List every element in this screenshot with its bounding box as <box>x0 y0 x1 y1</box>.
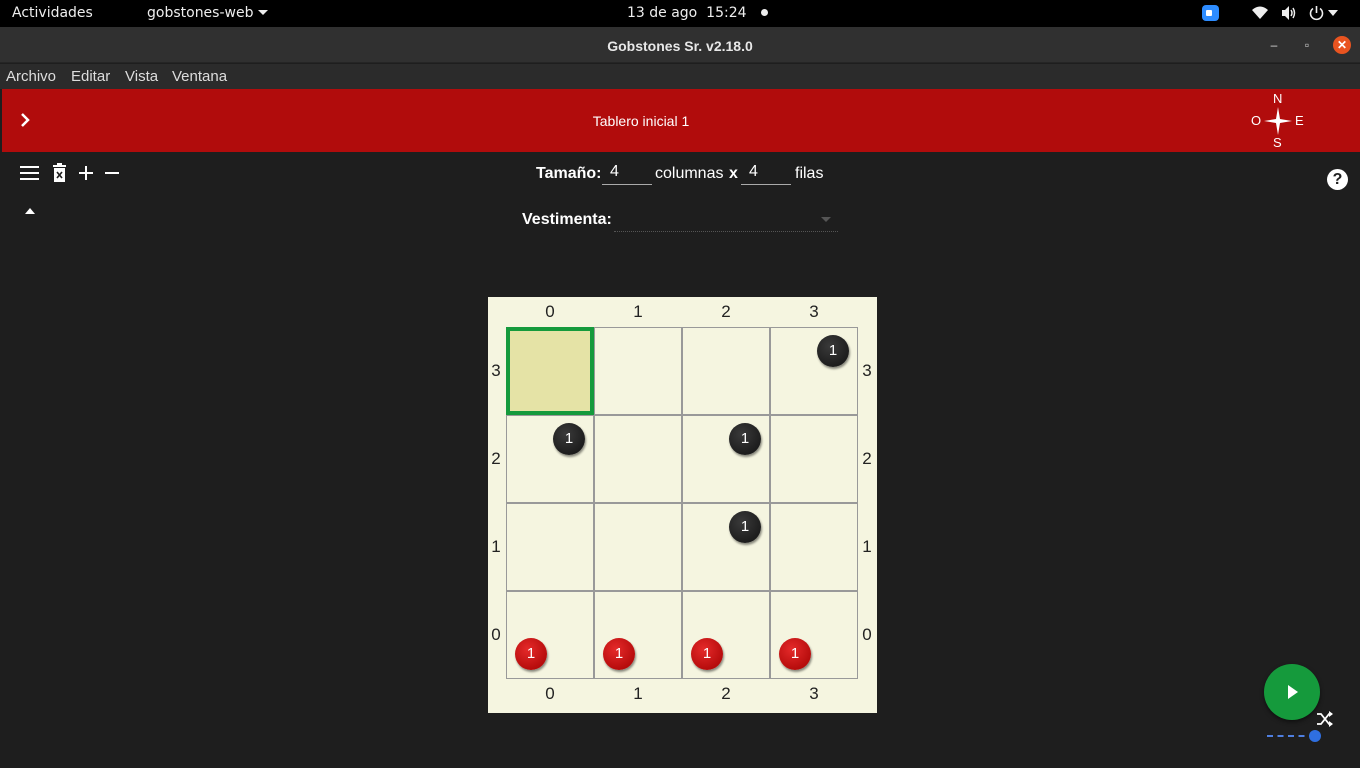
delete-board-icon[interactable] <box>52 163 68 183</box>
column-label-top: 2 <box>721 302 731 321</box>
stone-rojo[interactable]: 1 <box>603 638 635 670</box>
compass-s: S <box>1273 135 1282 150</box>
stone-negro[interactable]: 1 <box>729 423 761 455</box>
stone-negro[interactable]: 1 <box>729 511 761 543</box>
column-label-top: 3 <box>809 302 819 321</box>
help-button[interactable]: ? <box>1327 169 1348 190</box>
compass-n: N <box>1273 91 1283 106</box>
zoom-tray-icon[interactable] <box>1202 5 1219 21</box>
column-label-bottom: 3 <box>809 684 819 703</box>
board-cell[interactable] <box>594 327 682 415</box>
power-icon[interactable] <box>1309 5 1324 21</box>
size-x-label: x <box>729 165 738 182</box>
activities-button[interactable]: Actividades <box>12 5 93 21</box>
board-cell[interactable] <box>682 591 770 679</box>
board-cell[interactable] <box>506 591 594 679</box>
clock-date: 13 de ago <box>627 5 698 21</box>
row-label-left: 2 <box>491 449 501 468</box>
columns-label: columnas <box>655 165 724 182</box>
run-button[interactable] <box>1264 664 1320 720</box>
app-menu-label: gobstones-web <box>147 5 254 21</box>
column-label-bottom: 2 <box>721 684 731 703</box>
minimize-button[interactable]: – <box>1265 36 1283 54</box>
compass-e: E <box>1295 113 1304 128</box>
vestimenta-label: Vestimenta: <box>522 211 612 228</box>
caret-up-icon[interactable] <box>25 208 35 214</box>
rows-label: filas <box>795 165 824 182</box>
maximize-button[interactable]: ▫ <box>1298 36 1316 54</box>
board-title: Tablero inicial 1 <box>592 113 690 129</box>
stone-negro[interactable]: 1 <box>553 423 585 455</box>
column-label-top: 0 <box>545 302 555 321</box>
board-cell[interactable] <box>770 415 858 503</box>
window-title: Gobstones Sr. v2.18.0 <box>607 38 753 54</box>
stone-rojo[interactable]: 1 <box>779 638 811 670</box>
speed-slider-knob[interactable] <box>1309 730 1321 742</box>
hamburger-icon[interactable] <box>20 165 40 181</box>
size-label: Tamaño: <box>536 165 602 182</box>
board-cell[interactable] <box>594 591 682 679</box>
compass-o: O <box>1251 113 1262 128</box>
row-label-right: 2 <box>862 449 872 468</box>
board-cell[interactable] <box>594 503 682 591</box>
menu-bar: Archivo Editar Vista Ventana <box>0 64 1360 89</box>
row-label-left: 1 <box>491 537 501 556</box>
plus-icon[interactable] <box>78 165 94 181</box>
wifi-icon[interactable] <box>1251 5 1269 21</box>
row-label-left: 3 <box>491 361 501 380</box>
close-button[interactable]: ✕ <box>1333 36 1351 54</box>
board-cell[interactable] <box>770 503 858 591</box>
columns-input[interactable]: 4 <box>602 163 652 185</box>
board-cell[interactable] <box>506 503 594 591</box>
menu-ventana[interactable]: Ventana <box>172 68 227 85</box>
board-header: Tablero inicial 1 N S O E <box>2 89 1360 152</box>
compass-icon: N S O E <box>1249 91 1307 150</box>
chevron-down-icon <box>258 10 269 15</box>
vestimenta-select[interactable] <box>614 210 838 232</box>
gobstones-board: 001122333322110011111111 <box>488 297 877 713</box>
volume-icon[interactable] <box>1281 5 1297 21</box>
row-label-left: 0 <box>491 625 501 644</box>
column-label-bottom: 1 <box>633 684 643 703</box>
menu-vista[interactable]: Vista <box>125 68 158 85</box>
column-label-bottom: 0 <box>545 684 555 703</box>
minus-icon[interactable] <box>104 165 120 181</box>
menu-editar[interactable]: Editar <box>71 68 110 85</box>
board-cell[interactable] <box>682 327 770 415</box>
board-cell[interactable] <box>770 591 858 679</box>
menu-archivo[interactable]: Archivo <box>6 68 56 85</box>
stone-negro[interactable]: 1 <box>817 335 849 367</box>
speed-slider[interactable] <box>1267 730 1321 742</box>
stone-rojo[interactable]: 1 <box>691 638 723 670</box>
board-cell[interactable] <box>594 415 682 503</box>
chevron-down-icon[interactable] <box>1328 10 1338 16</box>
app-menu[interactable]: gobstones-web <box>147 5 269 21</box>
clock-time: 15:24 <box>706 5 747 21</box>
row-label-right: 3 <box>862 361 872 380</box>
stone-rojo[interactable]: 1 <box>515 638 547 670</box>
system-top-bar: Actividades gobstones-web 13 de ago 15:2… <box>0 0 1360 27</box>
chevron-down-icon <box>821 217 831 222</box>
row-label-right: 0 <box>862 625 872 644</box>
rows-input[interactable]: 4 <box>741 163 791 185</box>
compass-star-icon <box>1264 107 1292 135</box>
row-label-right: 1 <box>862 537 872 556</box>
window-title-bar: Gobstones Sr. v2.18.0 – ▫ ✕ <box>0 27 1360 63</box>
shuffle-icon[interactable] <box>1316 710 1334 728</box>
notification-dot-icon <box>760 9 768 16</box>
clock[interactable]: 13 de ago 15:24 <box>627 5 768 21</box>
board-cell-head[interactable] <box>506 327 594 415</box>
column-label-top: 1 <box>633 302 643 321</box>
